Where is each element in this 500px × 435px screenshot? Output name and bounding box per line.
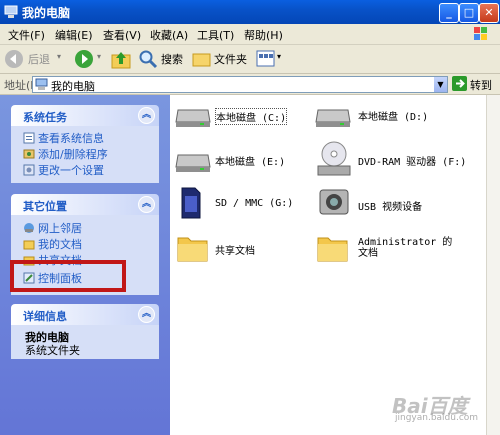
collapse-icon[interactable]: ︽ xyxy=(138,306,155,323)
address-bar: 地址(D) 我的电脑 ▼ 转到 xyxy=(0,74,500,95)
details-header[interactable]: 详细信息 ︽ xyxy=(11,304,159,325)
details-type: 系统文件夹 xyxy=(25,344,80,357)
menu-bar: 文件(F) 编辑(E) 查看(V) 收藏(A) 工具(T) 帮助(H) xyxy=(0,24,500,45)
dvd-icon xyxy=(317,141,351,176)
camera-icon xyxy=(319,189,349,215)
address-dropdown-button[interactable]: ▼ xyxy=(434,77,447,92)
drive-icon xyxy=(315,109,351,127)
item-shared-documents[interactable]: 共享文档 xyxy=(174,232,304,268)
search-icon xyxy=(139,50,158,69)
highlight-box xyxy=(10,260,126,292)
place-my-documents[interactable]: 我的文档 xyxy=(23,236,82,252)
collapse-icon[interactable]: ︽ xyxy=(138,196,155,213)
folders-label: 文件夹 xyxy=(214,53,247,66)
window-title: 我的电脑 xyxy=(22,6,71,20)
search-label: 搜索 xyxy=(161,53,183,66)
menu-tools[interactable]: 工具(T) xyxy=(197,27,234,43)
windows-logo-icon xyxy=(474,27,487,40)
menu-favorites[interactable]: 收藏(A) xyxy=(150,27,188,43)
sd-card-icon xyxy=(181,187,201,219)
item-drive-c[interactable]: 本地磁盘 (C:) xyxy=(174,100,304,132)
other-places-header[interactable]: 其它位置 ︽ xyxy=(11,194,159,215)
go-label: 转到 xyxy=(470,79,492,92)
task-view-system-info[interactable]: 查看系统信息 xyxy=(23,130,104,146)
item-drive-e[interactable]: 本地磁盘 (E:) xyxy=(174,145,304,177)
settings-icon xyxy=(23,164,35,176)
task-add-remove-programs[interactable]: 添加/删除程序 xyxy=(23,146,108,162)
menu-edit[interactable]: 编辑(E) xyxy=(55,27,93,43)
menu-view[interactable]: 查看(V) xyxy=(103,27,141,43)
address-value: 我的电脑 xyxy=(51,80,95,93)
views-button[interactable]: ▾ xyxy=(254,48,284,70)
computer-icon xyxy=(35,78,48,90)
drive-icon xyxy=(175,109,211,127)
address-input[interactable]: 我的电脑 ▼ xyxy=(32,76,448,93)
forward-button[interactable]: ▾ xyxy=(72,48,106,70)
collapse-icon[interactable]: ︽ xyxy=(138,107,155,124)
computer-icon xyxy=(4,5,18,18)
chevron-down-icon: ▾ xyxy=(57,52,62,61)
minimize-button[interactable]: _ xyxy=(439,3,459,23)
item-admin-documents[interactable]: Administrator 的文档 xyxy=(314,232,464,268)
place-network[interactable]: 网上邻居 xyxy=(23,220,82,236)
system-info-icon xyxy=(23,132,35,144)
up-folder-button[interactable] xyxy=(110,49,132,71)
system-tasks-panel: 查看系统信息 添加/删除程序 更改一个设置 xyxy=(11,126,159,183)
folder-icon xyxy=(317,237,348,262)
item-dvd-f[interactable]: DVD-RAM 驱动器 (F:) xyxy=(314,140,484,180)
watermark-url: jingyan.baidu.com xyxy=(395,413,479,423)
back-label: 后退 xyxy=(28,53,50,66)
views-icon xyxy=(256,50,275,67)
network-icon xyxy=(24,223,34,233)
go-button[interactable]: 转到 xyxy=(452,76,498,92)
search-button[interactable]: 搜索 xyxy=(138,48,186,70)
chevron-down-icon: ▾ xyxy=(277,52,282,61)
item-usb-video[interactable]: USB 视频设备 xyxy=(314,186,454,222)
drive-icon xyxy=(175,154,211,172)
vertical-scrollbar[interactable] xyxy=(486,95,500,435)
chevron-down-icon: ▾ xyxy=(97,52,102,61)
forward-arrow-icon xyxy=(75,50,93,68)
task-change-setting[interactable]: 更改一个设置 xyxy=(23,162,104,178)
item-drive-d[interactable]: 本地磁盘 (D:) xyxy=(314,100,464,132)
toolbar: 后退 ▾ ▾ 搜索 文件夹 ▾ xyxy=(0,45,500,74)
folders-button[interactable]: 文件夹 xyxy=(192,48,248,70)
system-tasks-header[interactable]: 系统任务 ︽ xyxy=(11,105,159,126)
back-arrow-icon xyxy=(5,50,23,68)
folder-icon xyxy=(23,240,35,250)
title-bar[interactable]: 我的电脑 _ □ ✕ xyxy=(0,0,500,24)
go-arrow-icon xyxy=(452,76,467,91)
item-sd-card-g[interactable]: SD / MMC (G:) xyxy=(174,186,304,222)
programs-icon xyxy=(23,149,35,159)
menu-help[interactable]: 帮助(H) xyxy=(244,27,283,43)
folder-icon xyxy=(192,53,211,67)
maximize-button[interactable]: □ xyxy=(459,3,479,23)
details-panel: 我的电脑 系统文件夹 xyxy=(11,325,159,359)
menu-file[interactable]: 文件(F) xyxy=(8,27,45,43)
folder-icon xyxy=(177,237,208,262)
back-button[interactable]: 后退 ▾ xyxy=(4,48,66,70)
close-button[interactable]: ✕ xyxy=(479,3,499,23)
